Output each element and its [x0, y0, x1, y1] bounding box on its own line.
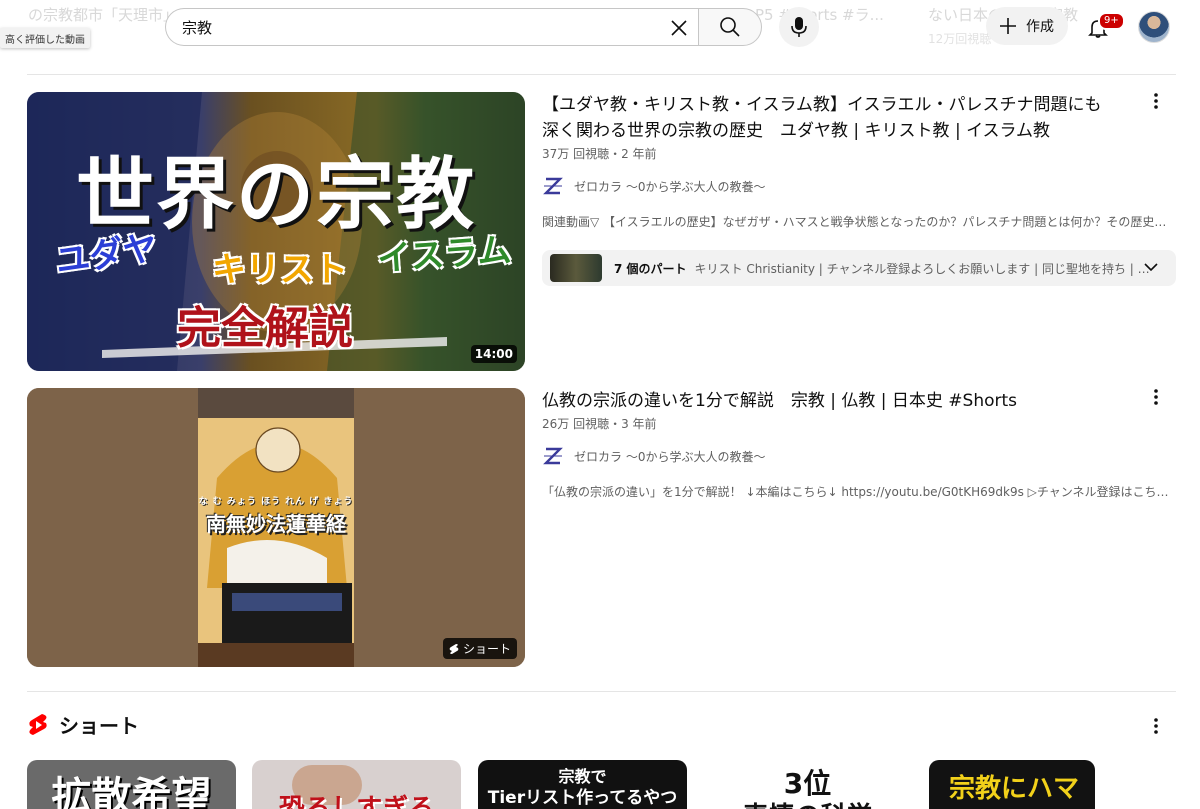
- video-description: 関連動画▽ 【イスラエルの歴史】なぜガザ・ハマスと戦争状態となったのか？パレスチ…: [542, 215, 1172, 229]
- plus-icon: [1000, 18, 1016, 34]
- channel-row[interactable]: ゼロカラ 〜0から学ぶ大人の教養〜: [542, 445, 765, 467]
- background-result-title: の宗教都市「天理市」: [28, 6, 178, 24]
- liked-videos-tooltip: 高く評価した動画: [0, 28, 90, 48]
- microphone-icon: [791, 17, 807, 37]
- short-card-text: 拡散希望: [51, 774, 212, 809]
- channel-logo-icon: [543, 177, 563, 195]
- thumbnail-subtitle-text: 完全解説: [177, 303, 353, 354]
- shorts-shelf-header: ショート: [27, 710, 139, 739]
- divider: [27, 691, 1176, 692]
- channel-name[interactable]: ゼロカラ 〜0から学ぶ大人の教養〜: [574, 178, 765, 195]
- more-actions-button[interactable]: [1145, 385, 1167, 409]
- shorts-icon: [449, 643, 459, 654]
- kebab-menu-icon: [1154, 389, 1158, 405]
- chapters-panel[interactable]: 7 個のパート キリスト Christianity | チャンネル登録よろしくお…: [542, 250, 1176, 286]
- video-description: 「仏教の宗派の違い」を1分で解説！ ↓本編はこちら↓ https://youtu…: [542, 485, 1172, 499]
- short-card[interactable]: 宗教にハマ: [929, 760, 1095, 809]
- divider: [27, 74, 1176, 75]
- kebab-menu-icon: [1154, 93, 1158, 109]
- short-card[interactable]: 拡散希望: [27, 760, 236, 809]
- chapter-count: 7 個のパート: [614, 261, 687, 276]
- notification-badge: 9+: [1098, 12, 1125, 30]
- chevron-down-icon[interactable]: [1144, 260, 1158, 274]
- channel-row[interactable]: ゼロカラ 〜0から学ぶ大人の教養〜: [542, 175, 765, 197]
- avatar[interactable]: [1138, 11, 1170, 43]
- create-button[interactable]: 作成: [986, 7, 1068, 45]
- shorts-logo-icon: [29, 713, 47, 735]
- video-title[interactable]: 仏教の宗派の違いを1分で解説 宗教 | 仏教 | 日本史 #Shorts: [542, 388, 1117, 414]
- search-button[interactable]: [698, 8, 762, 46]
- create-label: 作成: [1026, 19, 1054, 35]
- thumbnail-christianity-text: キリスト: [212, 250, 348, 290]
- channel-logo-icon: [543, 447, 563, 465]
- short-card[interactable]: 恐ろしすぎる: [252, 760, 461, 809]
- shorts-badge-label: ショート: [462, 642, 511, 656]
- video-title[interactable]: 【ユダヤ教・キリスト教・イスラム教】イスラエル・パレスチナ問題にも深く関わる世界…: [542, 92, 1117, 144]
- channel-logo[interactable]: [542, 445, 564, 467]
- shorts-badge: ショート: [442, 638, 517, 659]
- search-icon: [720, 17, 740, 37]
- channel-name[interactable]: ゼロカラ 〜0から学ぶ大人の教養〜: [574, 448, 765, 465]
- short-card-text: 宗教にハマ: [949, 774, 1080, 804]
- short-card-subtext: 表情の科学: [703, 796, 912, 809]
- short-card-text: 恐ろしすぎる: [278, 794, 435, 809]
- channel-logo[interactable]: [542, 175, 564, 197]
- thumbnail-title-text: 南無妙法蓮華経: [206, 512, 346, 536]
- video-metadata: 26万 回視聴・3 年前: [542, 417, 657, 431]
- video-thumbnail[interactable]: な む みょう ほう れん げ きょう 南無妙法蓮華経 ショート: [27, 388, 525, 667]
- close-icon: [671, 20, 687, 36]
- more-actions-button[interactable]: [1145, 89, 1167, 113]
- shelf-title: ショート: [59, 714, 139, 738]
- video-thumbnail[interactable]: 世界の宗教 ユダヤ キリスト イスラム 完全解説 14:00: [27, 92, 525, 371]
- voice-search-button[interactable]: [779, 7, 819, 47]
- clear-search-button[interactable]: [660, 9, 698, 47]
- short-card[interactable]: 3位 表情の科学: [703, 760, 912, 809]
- chapter-thumbnail: [550, 254, 602, 282]
- kebab-menu-icon: [1154, 718, 1158, 734]
- thumbnail-islam-text: イスラム: [376, 230, 513, 280]
- search-box: [165, 8, 698, 46]
- background-result-title: P5 #shorts #ラ...: [755, 6, 884, 24]
- short-card-subtext: Tierリスト作ってるやつ: [487, 788, 678, 808]
- search-input[interactable]: [182, 18, 652, 36]
- shelf-more-button[interactable]: [1145, 714, 1167, 738]
- thumbnail-ruby-text: な む みょう ほう れん げ きょう: [198, 497, 354, 507]
- chapter-titles: キリスト Christianity | チャンネル登録よろしくお願いします | …: [694, 261, 1155, 276]
- video-duration: 14:00: [470, 345, 517, 363]
- short-card[interactable]: 宗教で Tierリスト作ってるやつ: [478, 760, 687, 809]
- video-metadata: 37万 回視聴・2 年前: [542, 147, 657, 161]
